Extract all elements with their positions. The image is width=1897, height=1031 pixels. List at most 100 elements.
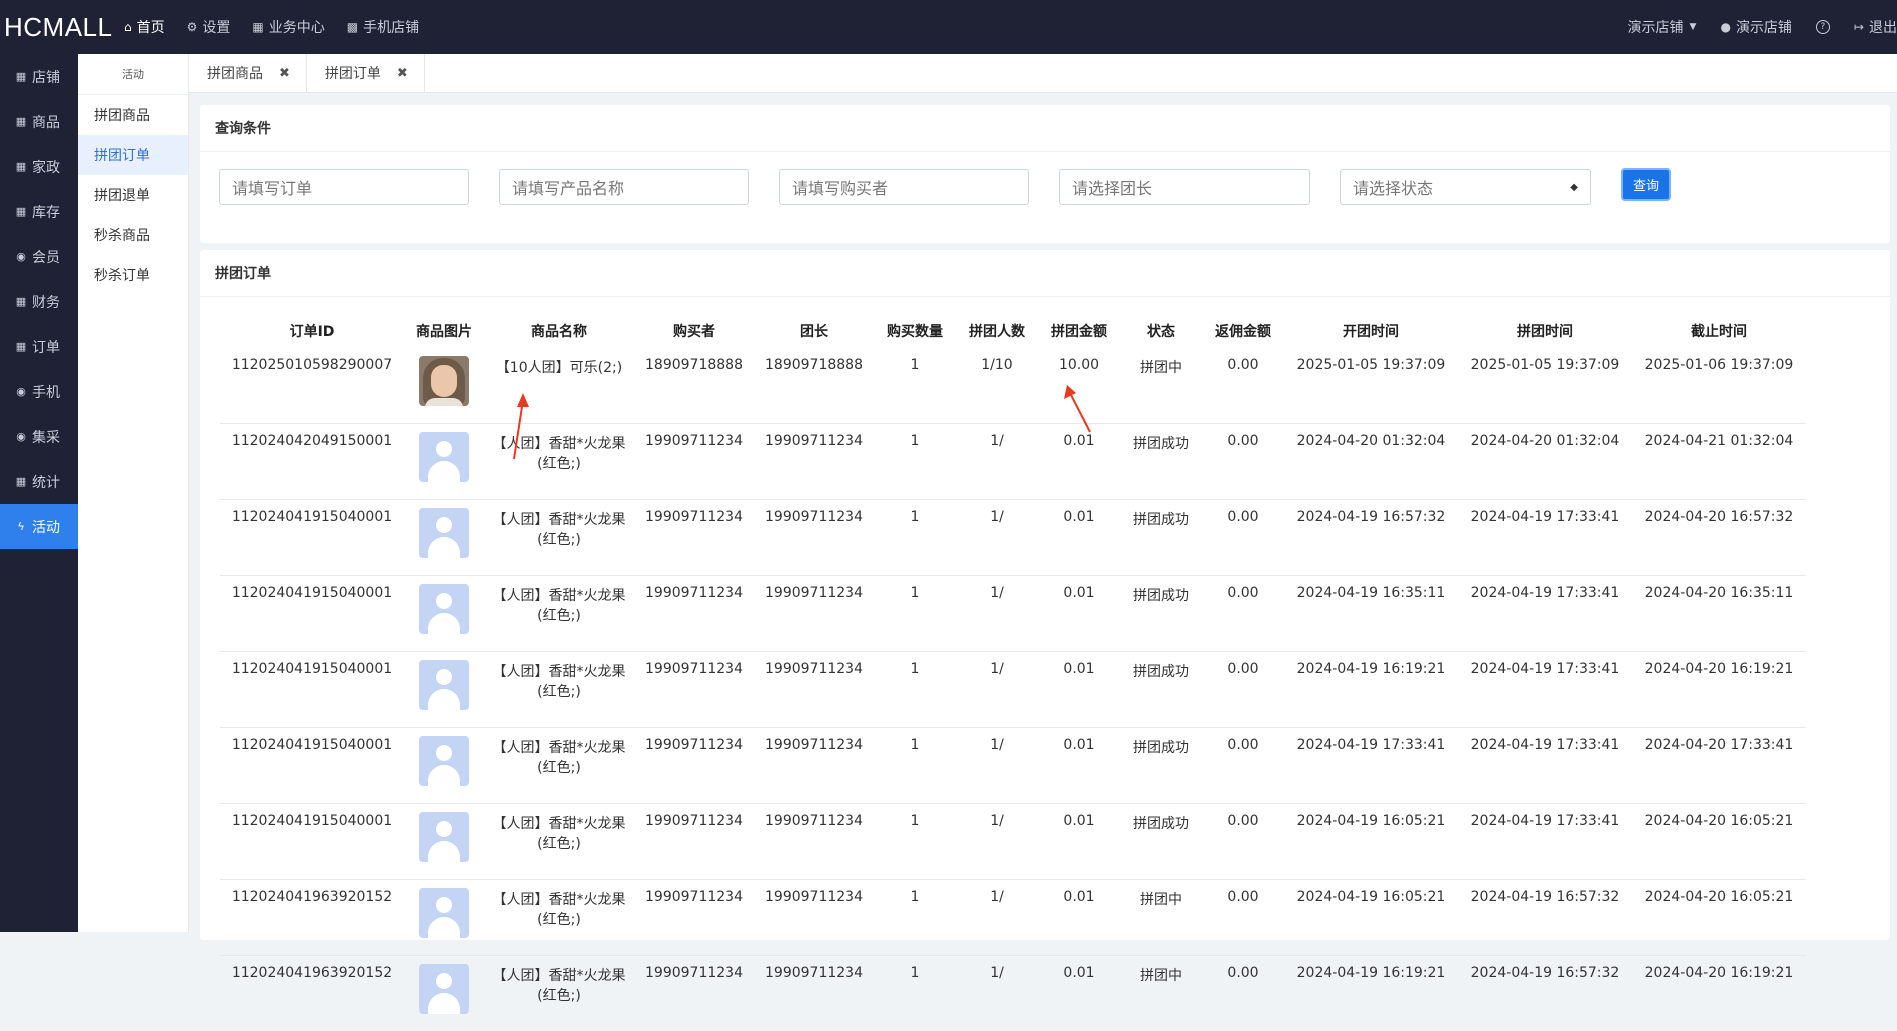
rebate-amount-cell: 0.00 bbox=[1202, 500, 1284, 576]
leftnav-label: 财务 bbox=[32, 292, 60, 312]
brand-logo[interactable]: HCMALL bbox=[4, 12, 112, 43]
leftnav-goods[interactable]: ▦商品 bbox=[0, 99, 78, 144]
leftnav-members[interactable]: ◉会员 bbox=[0, 234, 78, 279]
table-row[interactable]: 112024041915040001【人团】香甜*火龙果(红色;)1990971… bbox=[220, 728, 1806, 804]
leftnav-mobile[interactable]: ◉手机 bbox=[0, 369, 78, 414]
open-time-cell: 2024-04-19 16:05:21 bbox=[1284, 804, 1458, 880]
subnav-flash-orders[interactable]: 秒杀订单 bbox=[78, 255, 188, 295]
buyer-cell: 19909711234 bbox=[634, 880, 754, 956]
buyer-cell: 19909711234 bbox=[634, 424, 754, 500]
table-row[interactable]: 112024042049150001【人团】香甜*火龙果(红色;)1990971… bbox=[220, 424, 1806, 500]
leftnav-label: 活动 bbox=[32, 517, 60, 537]
group-time-cell: 2024-04-19 16:57:32 bbox=[1458, 956, 1632, 1031]
status-select-label: 请选择状态 bbox=[1353, 175, 1433, 199]
quantity-cell: 1 bbox=[874, 652, 956, 728]
product-photo bbox=[419, 356, 469, 406]
leftnav-housekeeping[interactable]: ▦家政 bbox=[0, 144, 78, 189]
tab-group-products[interactable]: 拼团商品✖ bbox=[189, 54, 307, 92]
leftnav-finance[interactable]: ▦财务 bbox=[0, 279, 78, 324]
close-icon[interactable]: ✖ bbox=[279, 66, 290, 81]
column-header: 开团时间 bbox=[1284, 314, 1458, 348]
nav-business[interactable]: ▦业务中心 bbox=[252, 17, 324, 37]
open-time-cell: 2024-04-19 16:19:21 bbox=[1284, 652, 1458, 728]
product-name-cell: 【人团】香甜*火龙果(红色;) bbox=[484, 804, 634, 880]
image-placeholder-icon bbox=[419, 964, 469, 1014]
column-header: 拼团人数 bbox=[956, 314, 1038, 348]
buyer-cell: 18909718888 bbox=[634, 348, 754, 424]
rebate-amount-cell: 0.00 bbox=[1202, 804, 1284, 880]
leftnav-inventory[interactable]: ▦库存 bbox=[0, 189, 78, 234]
open-time-cell: 2024-04-19 16:19:21 bbox=[1284, 956, 1458, 1031]
tab-group-orders[interactable]: 拼团订单✖ bbox=[307, 54, 425, 92]
group-amount-cell: 0.01 bbox=[1038, 880, 1120, 956]
nav-home[interactable]: ⌂首页 bbox=[124, 17, 165, 37]
close-icon[interactable]: ✖ bbox=[397, 66, 408, 81]
nav-settings[interactable]: ⚙设置 bbox=[187, 17, 231, 37]
leader-select[interactable]: 请选择团长 bbox=[1059, 169, 1310, 205]
column-header: 订单ID bbox=[220, 314, 404, 348]
nav-settings-label: 设置 bbox=[202, 17, 230, 37]
subnav-group-refunds[interactable]: 拼团退单 bbox=[78, 175, 188, 215]
leader-cell: 19909711234 bbox=[754, 576, 874, 652]
product-image-cell bbox=[404, 348, 484, 424]
store-dropdown[interactable]: 演示店铺▼ bbox=[1628, 17, 1697, 37]
help-button[interactable]: ? bbox=[1816, 20, 1830, 34]
status-cell: 拼团中 bbox=[1120, 956, 1202, 1031]
qrcode-icon: ▩ bbox=[347, 20, 358, 34]
status-select[interactable]: 请选择状态◆ bbox=[1340, 169, 1591, 205]
orders-panel: 拼团订单 订单ID 商品图片 商品名称 购买者 团长 购买数量 拼团人数 拼团金… bbox=[200, 250, 1890, 940]
order-id-cell: 112024041963920152 bbox=[220, 880, 404, 956]
group-people-cell: 1/ bbox=[956, 652, 1038, 728]
table-row[interactable]: 112024041915040001【人团】香甜*火龙果(红色;)1990971… bbox=[220, 500, 1806, 576]
column-header: 状态 bbox=[1120, 314, 1202, 348]
product-image-cell bbox=[404, 576, 484, 652]
end-time-cell: 2024-04-20 16:19:21 bbox=[1632, 956, 1806, 1031]
orders-table-body: 112025010598290007【10人团】可乐(2;)1890971888… bbox=[220, 348, 1806, 1031]
leftnav-procurement[interactable]: ◉集采 bbox=[0, 414, 78, 459]
logout-button[interactable]: ↦ 退出 bbox=[1854, 17, 1897, 37]
search-button[interactable]: 查询 bbox=[1621, 168, 1671, 201]
table-row[interactable]: 112024041915040001【人团】香甜*火龙果(红色;)1990971… bbox=[220, 576, 1806, 652]
table-row[interactable]: 112024041915040001【人团】香甜*火龙果(红色;)1990971… bbox=[220, 652, 1806, 728]
caret-down-icon: ▼ bbox=[1690, 22, 1697, 32]
subnav-flash-products[interactable]: 秒杀商品 bbox=[78, 215, 188, 255]
quantity-cell: 1 bbox=[874, 348, 956, 424]
logout-label: 退出 bbox=[1869, 17, 1897, 37]
table-row[interactable]: 112024041915040001【人团】香甜*火龙果(红色;)1990971… bbox=[220, 804, 1806, 880]
group-amount-cell: 0.01 bbox=[1038, 500, 1120, 576]
product-name-cell: 【人团】香甜*火龙果(红色;) bbox=[484, 424, 634, 500]
group-time-cell: 2024-04-19 17:33:41 bbox=[1458, 728, 1632, 804]
image-placeholder-icon bbox=[419, 432, 469, 482]
table-row[interactable]: 112024041963920152【人团】香甜*火龙果(红色;)1990971… bbox=[220, 880, 1806, 956]
table-row[interactable]: 112024041963920152【人团】香甜*火龙果(红色;)1990971… bbox=[220, 956, 1806, 1031]
logout-icon: ↦ bbox=[1854, 20, 1864, 34]
nav-business-label: 业务中心 bbox=[269, 17, 325, 37]
product-image-cell bbox=[404, 728, 484, 804]
image-placeholder-icon bbox=[419, 584, 469, 634]
group-amount-cell: 0.01 bbox=[1038, 576, 1120, 652]
status-cell: 拼团成功 bbox=[1120, 652, 1202, 728]
rebate-amount-cell: 0.00 bbox=[1202, 880, 1284, 956]
leftnav-statistics[interactable]: ▦统计 bbox=[0, 459, 78, 504]
group-people-cell: 1/ bbox=[956, 880, 1038, 956]
buyer-cell: 19909711234 bbox=[634, 652, 754, 728]
subnav-group-products[interactable]: 拼团商品 bbox=[78, 95, 188, 135]
product-name-cell: 【人团】香甜*火龙果(红色;) bbox=[484, 956, 634, 1031]
subnav-group-orders[interactable]: 拼团订单 bbox=[78, 135, 188, 175]
end-time-cell: 2024-04-20 16:05:21 bbox=[1632, 804, 1806, 880]
buyer-input[interactable]: 请填写购买者 bbox=[779, 169, 1029, 205]
open-time-cell: 2024-04-19 17:33:41 bbox=[1284, 728, 1458, 804]
status-cell: 拼团中 bbox=[1120, 348, 1202, 424]
column-header: 返佣金额 bbox=[1202, 314, 1284, 348]
order-id-input[interactable]: 请填写订单 bbox=[219, 169, 469, 205]
product-name-input[interactable]: 请填写产品名称 bbox=[499, 169, 749, 205]
leader-cell: 19909711234 bbox=[754, 880, 874, 956]
nav-mobile-store[interactable]: ▩手机店铺 bbox=[347, 17, 419, 37]
leftnav-orders[interactable]: ▦订单 bbox=[0, 324, 78, 369]
globe-icon: ◉ bbox=[15, 385, 27, 398]
leftnav-store[interactable]: ▦店铺 bbox=[0, 54, 78, 99]
user-menu[interactable]: ●演示店铺 bbox=[1720, 17, 1791, 37]
table-row[interactable]: 112025010598290007【10人团】可乐(2;)1890971888… bbox=[220, 348, 1806, 424]
leftnav-activity[interactable]: ϟ活动 bbox=[0, 504, 78, 549]
status-cell: 拼团中 bbox=[1120, 880, 1202, 956]
